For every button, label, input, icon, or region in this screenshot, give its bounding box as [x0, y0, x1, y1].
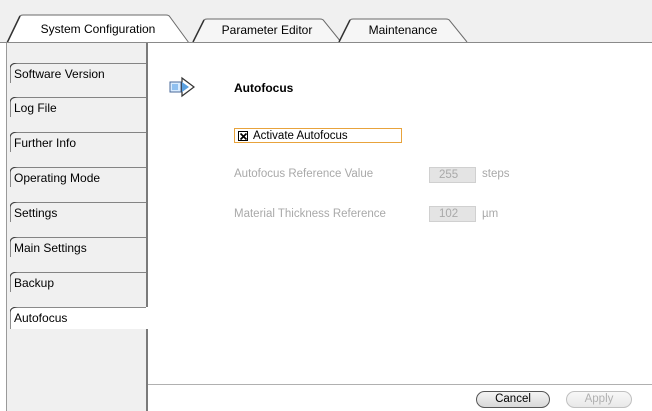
apply-button[interactable]: Apply — [566, 391, 632, 408]
app-window: System Configuration Parameter Editor Ma… — [0, 0, 652, 411]
tab-strip: System Configuration Parameter Editor Ma… — [0, 0, 652, 44]
sidebar-item-label: Software Version — [14, 67, 105, 81]
autofocus-reference-label: Autofocus Reference Value — [234, 168, 374, 180]
sidebar-item-label: Backup — [14, 276, 55, 290]
main-content: Autofocus Activate Autofocus Autofocus R… — [148, 43, 652, 411]
sidebar-item-operating-mode[interactable]: Operating Mode — [10, 167, 146, 189]
sidebar-item-label: Settings — [14, 206, 58, 220]
autofocus-reference-field[interactable]: 255 — [429, 167, 476, 183]
sidebar-edge — [6, 43, 7, 411]
tab-label: System Configuration — [40, 22, 156, 36]
sidebar-item-settings[interactable]: Settings — [10, 202, 146, 224]
sidebar-item-main-settings[interactable]: Main Settings — [10, 237, 146, 259]
sidebar-item-further-info[interactable]: Further Info — [10, 132, 146, 154]
activate-autofocus-checkbox[interactable]: Activate Autofocus — [234, 128, 402, 143]
tab-maintenance[interactable]: Maintenance — [338, 18, 468, 42]
sidebar-item-label: Autofocus — [14, 311, 68, 325]
sidebar-item-backup[interactable]: Backup — [10, 272, 146, 294]
page-title: Autofocus — [234, 81, 294, 95]
autofocus-reference-unit: steps — [482, 168, 510, 180]
tab-label: Parameter Editor — [221, 23, 313, 37]
material-thickness-field[interactable]: 102 — [429, 206, 476, 222]
checkbox-label: Activate Autofocus — [253, 129, 348, 142]
material-thickness-label: Material Thickness Reference — [234, 208, 386, 220]
material-thickness-unit: µm — [482, 208, 499, 220]
tab-label: Maintenance — [368, 23, 438, 37]
sidebar-item-label: Further Info — [14, 136, 77, 150]
check-mark-icon — [239, 132, 248, 140]
sidebar-item-label: Main Settings — [14, 241, 87, 255]
sidebar-item-label: Operating Mode — [14, 171, 101, 185]
checkbox-box[interactable] — [238, 130, 248, 141]
tab-parameter-editor[interactable]: Parameter Editor — [192, 18, 342, 42]
tab-system-configuration[interactable]: System Configuration — [6, 14, 190, 44]
sidebar-item-software-version[interactable]: Software Version — [10, 63, 146, 85]
sidebar-item-autofocus[interactable]: Autofocus — [10, 307, 154, 329]
autofocus-arrow-icon — [169, 76, 195, 98]
sidebar-item-log-file[interactable]: Log File — [10, 97, 146, 119]
cancel-button[interactable]: Cancel — [476, 391, 550, 408]
sidebar-item-label: Log File — [14, 101, 57, 115]
footer-divider — [148, 384, 652, 385]
